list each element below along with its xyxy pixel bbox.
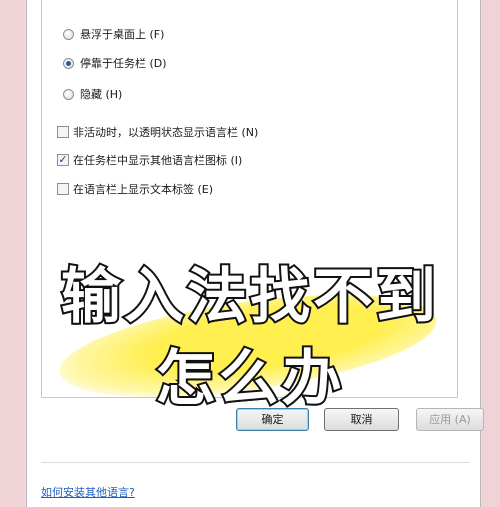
checkbox-show-text-labels[interactable]: 在语言栏上显示文本标签 (E) (57, 181, 213, 197)
radio-float-on-desktop[interactable]: 悬浮于桌面上 (F) (63, 26, 164, 42)
checkbox-label: 在任务栏中显示其他语言栏图标 (I) (73, 154, 243, 167)
checkbox-label: 在语言栏上显示文本标签 (E) (73, 183, 214, 196)
radio-label: 隐藏 (H) (80, 88, 123, 101)
install-languages-link[interactable]: 如何安装其他语言? (41, 484, 135, 500)
checkbox-transparent-when-inactive[interactable]: 非活动时，以透明状态显示语言栏 (N) (57, 124, 258, 140)
overlay-subtitle: 怎么办 (154, 342, 345, 416)
radio-dock-in-taskbar[interactable]: 停靠于任务栏 (D) (63, 55, 167, 71)
checkbox-label: 非活动时，以透明状态显示语言栏 (N) (73, 126, 259, 139)
radio-label: 停靠于任务栏 (D) (80, 57, 167, 70)
checkbox-checked-icon[interactable]: ✓ (57, 154, 69, 166)
radio-checked-icon[interactable] (63, 57, 74, 69)
dialog-footer: 如何安装其他语言? (26, 437, 481, 507)
checkbox-show-extra-icons[interactable]: ✓ 在任务栏中显示其他语言栏图标 (I) (57, 152, 242, 168)
overlay-title: 输入法找不到 (59, 260, 439, 334)
checkbox-icon[interactable] (57, 126, 69, 138)
radio-label: 悬浮于桌面上 (F) (80, 28, 165, 41)
radio-icon[interactable] (63, 88, 74, 100)
divider (41, 462, 470, 463)
radio-hidden[interactable]: 隐藏 (H) (63, 86, 122, 102)
radio-icon[interactable] (63, 28, 74, 40)
checkbox-icon[interactable] (57, 183, 69, 195)
